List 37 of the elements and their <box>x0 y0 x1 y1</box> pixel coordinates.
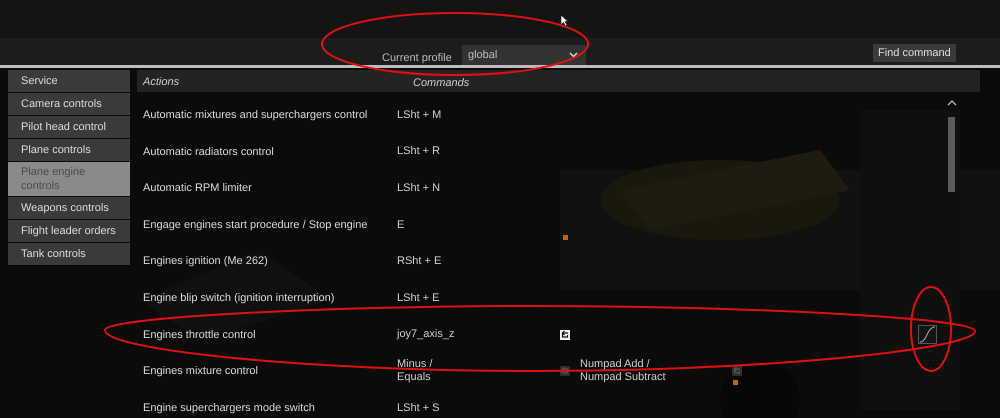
action-label: Engines ignition (Me 262) <box>143 254 268 270</box>
command-binding[interactable]: Numpad Add / Numpad Subtract <box>580 358 690 384</box>
action-label: Automatic mixtures and superchargers control <box>143 108 368 124</box>
profile-dropdown[interactable]: global <box>462 45 586 65</box>
invert-icon[interactable] <box>560 330 570 340</box>
sidebar-item[interactable]: Service <box>8 70 130 92</box>
command-binding[interactable]: E <box>397 218 404 232</box>
command-binding[interactable]: LSht + R <box>397 145 440 158</box>
command-binding[interactable]: LSht + M <box>397 108 442 122</box>
response-curve-icon[interactable] <box>918 325 937 344</box>
action-label: Engage engines start procedure / Stop engine <box>143 218 368 233</box>
cursor-icon <box>560 14 569 27</box>
profile-label: Current profile <box>382 51 452 66</box>
sidebar-item[interactable]: Camera controls <box>8 93 130 115</box>
action-label: Automatic radiators control <box>143 144 274 160</box>
action-label: Engines mixture control <box>143 364 258 380</box>
command-binding[interactable]: Minus / Equals <box>397 358 447 384</box>
column-header: Actions <box>143 75 180 90</box>
command-binding[interactable]: LSht + E <box>397 292 440 305</box>
scroll-up-icon[interactable] <box>947 100 957 106</box>
action-label: Engines throttle control <box>143 328 256 343</box>
sidebar-item[interactable]: Pilot head control <box>8 116 130 138</box>
chevron-down-icon <box>569 52 578 58</box>
command-binding[interactable]: RSht + E <box>397 255 442 268</box>
sidebar-item[interactable]: Flight leader orders <box>8 220 130 242</box>
command-binding[interactable]: joy7_axis_z <box>397 328 454 342</box>
action-label: Engine superchargers mode switch <box>143 400 315 416</box>
sidebar-item[interactable]: Plane controls <box>8 139 130 161</box>
column-header: Commands <box>413 76 470 91</box>
command-binding[interactable]: LSht + N <box>397 182 440 195</box>
action-label: Engine blip switch (ignition interruption) <box>143 291 334 306</box>
sidebar-item[interactable]: Weapons controls <box>8 197 130 219</box>
sidebar-item[interactable]: Tank controls <box>8 243 130 265</box>
find-command-button[interactable]: Find command <box>873 44 956 62</box>
command-binding[interactable]: LSht + S <box>397 402 440 415</box>
action-label: Automatic RPM limiter <box>143 181 252 196</box>
scrollbar-thumb[interactable] <box>948 117 955 192</box>
